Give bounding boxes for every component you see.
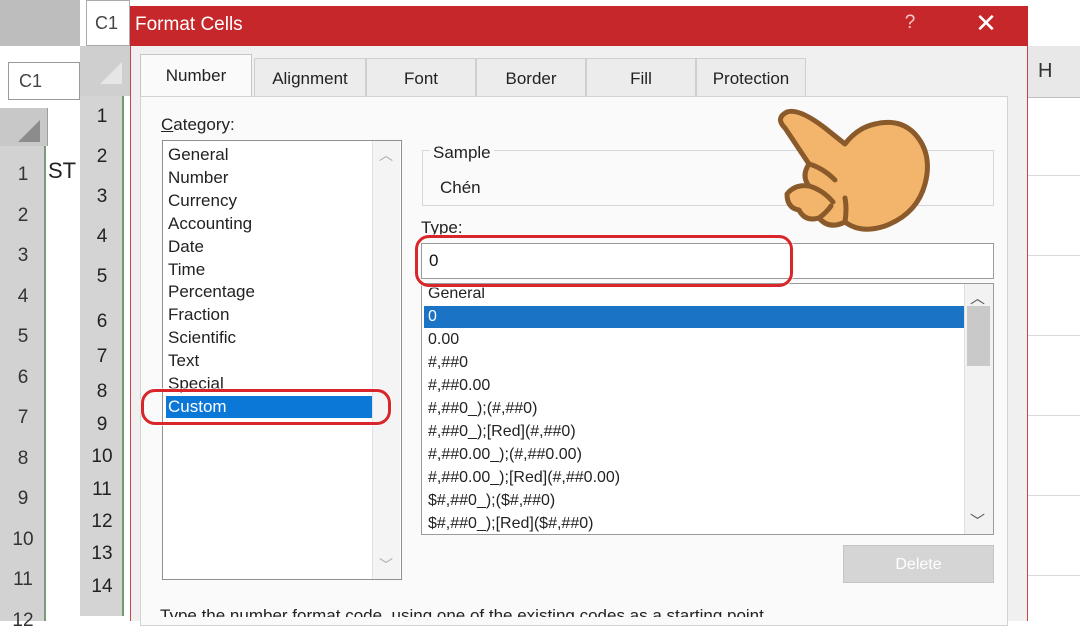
sample-label: Sample	[430, 143, 494, 163]
category-item-currency[interactable]: Currency	[168, 190, 237, 212]
tab-fill[interactable]: Fill	[586, 58, 696, 96]
delete-button[interactable]: Delete	[843, 545, 994, 583]
row-header[interactable]: 4	[80, 226, 124, 248]
row-header[interactable]: 13	[80, 543, 124, 565]
format-code-item[interactable]: 0.00	[428, 329, 459, 351]
gridline	[1028, 335, 1080, 336]
row-header[interactable]: 7	[0, 407, 46, 429]
category-label-accesskey: C	[161, 115, 174, 134]
format-code-item[interactable]: 0	[424, 306, 964, 328]
pointing-hand-icon	[778, 108, 930, 232]
row-header[interactable]: 3	[0, 245, 46, 267]
row-header[interactable]: 12	[80, 511, 124, 533]
help-button[interactable]: ?	[900, 12, 920, 34]
row-header[interactable]: 9	[0, 488, 46, 510]
row-header[interactable]: 7	[80, 346, 124, 368]
row-header[interactable]: 5	[0, 326, 46, 348]
tab-font[interactable]: Font	[366, 58, 476, 96]
gridline	[1028, 175, 1080, 176]
highlight-custom-category	[141, 389, 391, 425]
row-header[interactable]: 5	[80, 266, 124, 288]
format-code-item[interactable]: $#,##0_);[Red]($#,##0)	[428, 513, 593, 535]
scroll-up-icon[interactable]: ︿	[379, 145, 393, 165]
category-label: Category:	[161, 115, 235, 135]
row-header[interactable]: 6	[0, 367, 46, 389]
category-item-date[interactable]: Date	[168, 236, 204, 258]
scroll-down-icon[interactable]: ﹀	[379, 555, 393, 575]
row-header[interactable]: 8	[80, 381, 124, 403]
row-header[interactable]: 1	[80, 106, 124, 128]
row-header[interactable]: 4	[0, 286, 46, 308]
gridline	[1028, 495, 1080, 496]
category-item-number[interactable]: Number	[168, 167, 228, 189]
row-header[interactable]: 9	[80, 414, 124, 436]
format-code-item[interactable]: #,##0	[428, 352, 468, 374]
dialog-titlebar[interactable]	[130, 6, 1028, 46]
column-header-h[interactable]: H	[1038, 60, 1052, 83]
row-header[interactable]: 2	[80, 146, 124, 168]
category-scrollbar[interactable]: ︿ ﹀	[372, 141, 400, 579]
category-label-rest: ategory:	[173, 115, 235, 134]
gridline	[1028, 575, 1080, 576]
select-all-triangle	[18, 120, 40, 142]
row-header[interactable]: 14	[80, 576, 124, 598]
category-item-scientific[interactable]: Scientific	[168, 327, 236, 349]
scroll-up-icon[interactable]: ︿	[970, 287, 985, 308]
format-code-item[interactable]: #,##0.00	[428, 375, 490, 397]
gridline	[1028, 255, 1080, 256]
row-header[interactable]: 10	[80, 446, 124, 468]
category-item-text[interactable]: Text	[168, 350, 199, 372]
format-code-item[interactable]: #,##0.00_);(#,##0.00)	[428, 444, 582, 466]
close-button[interactable]: ✕	[970, 8, 1002, 38]
format-code-item[interactable]: #,##0_);(#,##0)	[428, 398, 537, 420]
row-header[interactable]: 11	[0, 569, 46, 591]
format-code-item[interactable]: $#,##0_);($#,##0)	[428, 490, 555, 512]
row-header[interactable]: 1	[0, 164, 46, 186]
format-code-item[interactable]: #,##0.00_);[Red](#,##0.00)	[428, 467, 620, 489]
tab-number[interactable]: Number	[140, 54, 252, 96]
tab-protection[interactable]: Protection	[696, 58, 806, 96]
category-item-general[interactable]: General	[168, 144, 228, 166]
gridline	[1028, 415, 1080, 416]
dialog-title: Format Cells	[135, 14, 243, 35]
highlight-type-input	[415, 235, 793, 287]
row-header[interactable]: 6	[80, 311, 124, 333]
format-scroll-thumb[interactable]	[967, 306, 990, 366]
name-box[interactable]: C1	[8, 62, 80, 100]
tab-border[interactable]: Border	[476, 58, 586, 96]
category-item-fraction[interactable]: Fraction	[168, 304, 229, 326]
row-header[interactable]: 8	[0, 448, 46, 470]
column-header-strip	[1028, 46, 1080, 98]
category-item-accounting[interactable]: Accounting	[168, 213, 252, 235]
tab-alignment[interactable]: Alignment	[254, 58, 366, 96]
ribbon-strip	[0, 0, 80, 46]
cell-a1-text[interactable]: ST	[48, 158, 76, 184]
sample-value: Chén	[440, 178, 481, 197]
inner-corner-triangle	[100, 62, 122, 84]
row-header[interactable]: 10	[0, 529, 46, 551]
format-code-item[interactable]: #,##0_);[Red](#,##0)	[428, 421, 576, 443]
row-header[interactable]: 3	[80, 186, 124, 208]
category-item-percentage[interactable]: Percentage	[168, 281, 255, 303]
row-header[interactable]: 12	[0, 610, 46, 632]
row-header[interactable]: 11	[80, 479, 124, 501]
scroll-down-icon[interactable]: ﹀	[970, 510, 985, 531]
cell-reference-tab: C1	[86, 0, 130, 46]
row-header[interactable]: 2	[0, 205, 46, 227]
category-item-time[interactable]: Time	[168, 259, 205, 281]
